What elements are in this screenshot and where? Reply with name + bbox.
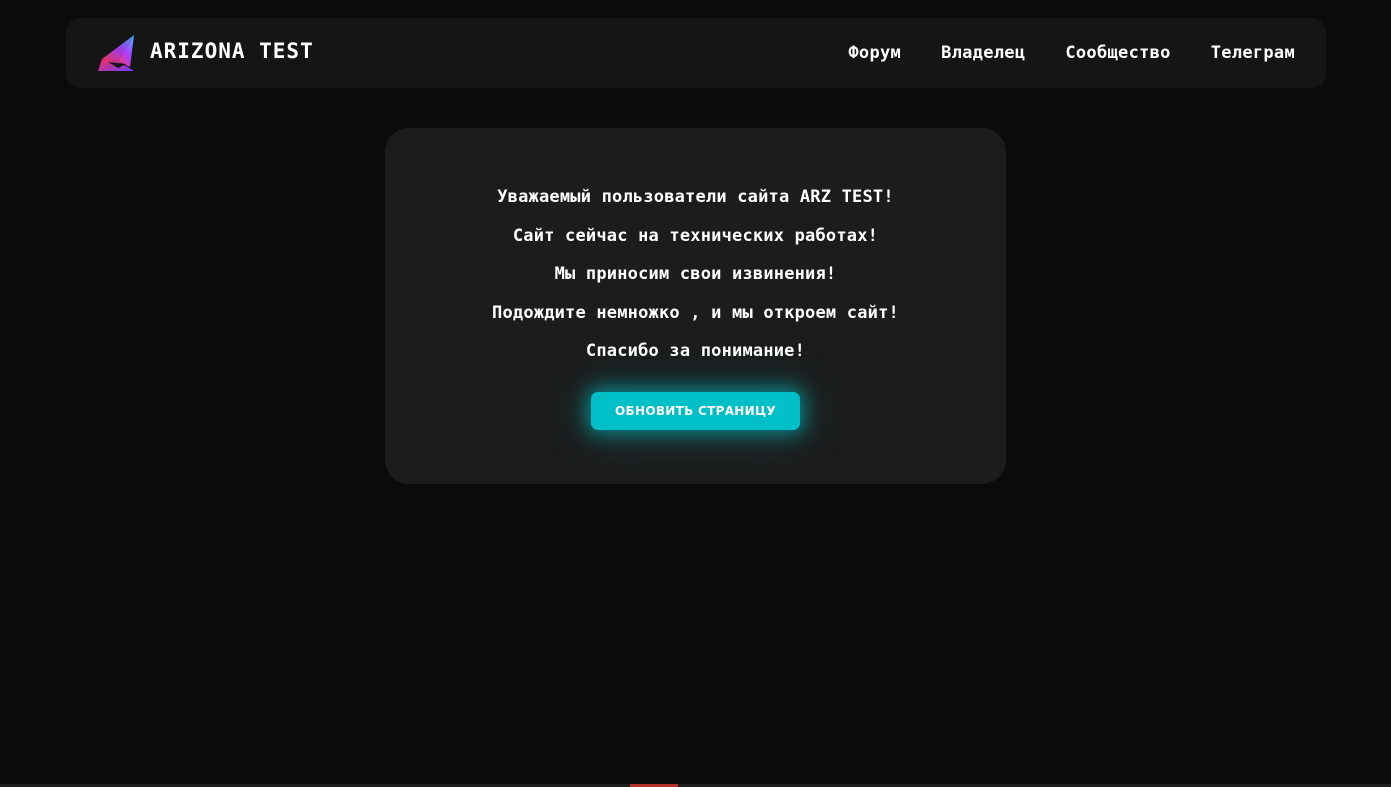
maintenance-card: Уважаемый пользователи сайта ARZ TEST! С… xyxy=(385,128,1006,484)
arizona-logo-icon xyxy=(98,35,134,71)
notice-line-maintenance: Сайт сейчас на технических работах! xyxy=(512,225,879,246)
notice-line-wait: Подождите немножко , и мы откроем сайт! xyxy=(492,302,899,323)
brand-name: ARIZONA TEST xyxy=(150,39,314,63)
notice-line-thanks: Спасибо за понимание! xyxy=(585,341,806,361)
nav-link-community[interactable]: Сообщество xyxy=(1065,43,1170,63)
refresh-page-button[interactable]: ОБНОВИТЬ СТРАНИЦУ xyxy=(591,392,800,430)
brand[interactable]: ARIZONA TEST xyxy=(96,33,314,73)
navbar: ARIZONA TEST Форум Владелец Сообщество Т… xyxy=(66,18,1326,88)
notice-line-greeting: Уважаемый пользователи сайта ARZ TEST! xyxy=(497,187,894,207)
nav-links: Форум Владелец Сообщество Телеграм xyxy=(848,43,1295,63)
notice-line-apology: Мы приносим свои извинения! xyxy=(554,264,837,284)
nav-link-telegram[interactable]: Телеграм xyxy=(1211,43,1295,63)
nav-link-owner[interactable]: Владелец xyxy=(941,43,1025,63)
maintenance-page: ARIZONA TEST Форум Владелец Сообщество Т… xyxy=(0,0,1391,787)
nav-link-forum[interactable]: Форум xyxy=(848,43,901,63)
